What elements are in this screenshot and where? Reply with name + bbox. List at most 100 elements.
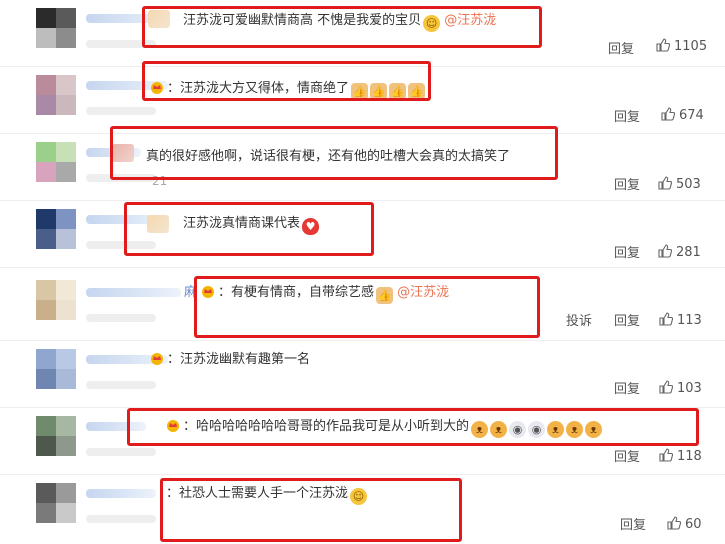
avatar[interactable] xyxy=(36,280,76,320)
cat-face-icon: ᴥ xyxy=(566,421,584,438)
like-button[interactable]: 674 xyxy=(661,107,704,123)
comment-body: 真的很好感他啊，说话很有梗，还有他的吐槽大会真的太搞笑了 xyxy=(146,149,511,164)
meta-blurred xyxy=(86,241,156,249)
avatar[interactable] xyxy=(36,209,76,249)
thumbs-up-icon xyxy=(656,38,670,52)
comment-item: ：社恐人士需要人手一个汪苏泷 ☺ 回复 60 xyxy=(0,475,725,544)
comment-item: 汪苏泷真情商课代表 ♥ 回复 281 xyxy=(0,201,725,268)
avatar[interactable] xyxy=(36,142,76,182)
comment-body: ：社恐人士需要人手一个汪苏泷 xyxy=(166,486,349,501)
meta-blurred xyxy=(86,314,156,322)
crown-icon xyxy=(151,353,163,365)
crown-icon xyxy=(202,286,215,298)
like-button[interactable]: 103 xyxy=(659,380,702,396)
like-button[interactable]: 1105 xyxy=(656,38,707,54)
comment-text: ：哈哈哈哈哈哈哈哥哥的作品我可是从小听到大的 ᴥ ᴥ ◉ ◉ ᴥ ᴥ ᴥ xyxy=(166,418,603,438)
comment-body: ：汪苏泷大方又得体，情商绝了 xyxy=(167,81,350,96)
thumbs-up-icon xyxy=(661,107,675,121)
comment-text: ：社恐人士需要人手一个汪苏泷 ☺ xyxy=(166,485,368,505)
ghost-face-icon: ◉ xyxy=(528,421,546,438)
cat-face-icon: ᴥ xyxy=(585,421,603,438)
reply-button[interactable]: 回复 xyxy=(614,310,640,329)
reply-button[interactable]: 回复 xyxy=(614,446,640,465)
like-count: 118 xyxy=(677,449,702,464)
smile-face-icon: ☺ xyxy=(423,15,441,32)
heart-icon: ♥ xyxy=(302,218,320,235)
mention-link[interactable]: @汪苏泷 xyxy=(444,13,496,28)
comment-body: ：哈哈哈哈哈哈哈哥哥的作品我可是从小听到大的 xyxy=(183,419,470,434)
like-count: 103 xyxy=(677,381,702,396)
reply-button[interactable]: 回复 xyxy=(614,242,640,261)
avatar[interactable] xyxy=(36,349,76,389)
like-button[interactable]: 503 xyxy=(658,176,701,192)
avatar[interactable] xyxy=(36,416,76,456)
comment-body: 汪苏泷真情商课代表 xyxy=(183,216,301,231)
cat-face-icon: ᴥ xyxy=(490,421,508,438)
comment-body: ：有梗有情商，自带综艺感 xyxy=(218,285,375,300)
report-button[interactable]: 投诉 xyxy=(566,310,592,329)
reply-button[interactable]: 回复 xyxy=(620,514,646,533)
meta-blurred xyxy=(86,174,156,182)
comment-text: 真的很好感他啊，说话很有梗，还有他的吐槽大会真的太搞笑了 xyxy=(146,148,510,166)
comment-item: ：汪苏泷幽默有趣第一名 回复 103 xyxy=(0,341,725,408)
badge-blurred xyxy=(112,144,134,162)
like-button[interactable]: 113 xyxy=(659,312,702,328)
comment-item: ：汪苏泷大方又得体，情商绝了 👍 👍 👍 👍 回复 674 xyxy=(0,67,725,134)
username-blurred[interactable] xyxy=(86,422,146,431)
username-blurred[interactable] xyxy=(86,288,181,297)
comment-body: 汪苏泷可爱幽默情商高 不愧是我爱的宝贝 xyxy=(183,13,422,28)
comment-item: 真的很好感他啊，说话很有梗，还有他的吐槽大会真的太搞笑了 21 回复 503 xyxy=(0,134,725,201)
thumbs-up-icon: 👍 xyxy=(351,83,369,100)
like-button[interactable]: 60 xyxy=(667,516,702,532)
comment-text: 麻 ：有梗有情商，自带综艺感 👍 @汪苏泷 xyxy=(184,284,449,304)
thumbs-up-icon: 👍 xyxy=(408,83,426,100)
crown-icon xyxy=(167,420,179,432)
reply-button[interactable]: 回复 xyxy=(614,106,640,125)
like-count: 674 xyxy=(679,108,704,123)
comment-item: 汪苏泷可爱幽默情商高 不愧是我爱的宝贝 ☺ @汪苏泷 回复 1105 xyxy=(0,0,725,67)
badge-blurred xyxy=(148,10,170,28)
thumbs-up-icon xyxy=(659,312,673,326)
avatar[interactable] xyxy=(36,8,76,48)
meta-blurred xyxy=(86,448,156,456)
thinking-face-icon: ☺ xyxy=(350,488,368,505)
like-count: 503 xyxy=(676,177,701,192)
comment-text: 汪苏泷真情商课代表 ♥ xyxy=(183,215,320,235)
username-blurred[interactable] xyxy=(86,489,156,498)
comment-text: 汪苏泷可爱幽默情商高 不愧是我爱的宝贝 ☺ @汪苏泷 xyxy=(183,12,496,32)
cat-face-icon: ᴥ xyxy=(547,421,565,438)
thumbs-up-icon: 👍 xyxy=(376,287,394,304)
ghost-face-icon: ◉ xyxy=(509,421,527,438)
comment-item: 麻 ：有梗有情商，自带综艺感 👍 @汪苏泷 投诉 回复 113 xyxy=(0,268,725,341)
meta-blurred xyxy=(86,40,156,48)
cat-face-icon: ᴥ xyxy=(471,421,489,438)
reply-button[interactable]: 回复 xyxy=(614,174,640,193)
thumbs-up-icon: 👍 xyxy=(389,83,407,100)
like-count: 281 xyxy=(676,245,701,260)
badge-blurred xyxy=(147,215,169,233)
comment-prefix: 麻 xyxy=(184,285,198,300)
meta-fragment: 21 xyxy=(152,174,168,188)
thumbs-up-icon xyxy=(667,516,681,530)
thumbs-up-icon xyxy=(658,176,672,190)
crown-icon xyxy=(151,82,163,94)
thumbs-up-icon xyxy=(658,244,672,258)
thumbs-up-icon xyxy=(659,380,673,394)
comment-body: ：汪苏泷幽默有趣第一名 xyxy=(167,352,311,367)
like-button[interactable]: 281 xyxy=(658,244,701,260)
avatar[interactable] xyxy=(36,75,76,115)
like-count: 113 xyxy=(677,313,702,328)
meta-blurred xyxy=(86,515,156,523)
thumbs-up-icon: 👍 xyxy=(370,83,388,100)
mention-link[interactable]: @汪苏泷 xyxy=(397,285,449,300)
comment-text: ：汪苏泷幽默有趣第一名 xyxy=(150,351,310,369)
avatar[interactable] xyxy=(36,483,76,523)
comment-item: ：哈哈哈哈哈哈哈哥哥的作品我可是从小听到大的 ᴥ ᴥ ◉ ◉ ᴥ ᴥ ᴥ 回复 118 xyxy=(0,408,725,475)
thumbs-up-icon xyxy=(659,448,673,462)
meta-blurred xyxy=(86,381,156,389)
reply-button[interactable]: 回复 xyxy=(608,38,634,57)
like-count: 60 xyxy=(685,517,702,532)
comment-text: ：汪苏泷大方又得体，情商绝了 👍 👍 👍 👍 xyxy=(150,80,426,100)
reply-button[interactable]: 回复 xyxy=(614,378,640,397)
like-button[interactable]: 118 xyxy=(659,448,702,464)
